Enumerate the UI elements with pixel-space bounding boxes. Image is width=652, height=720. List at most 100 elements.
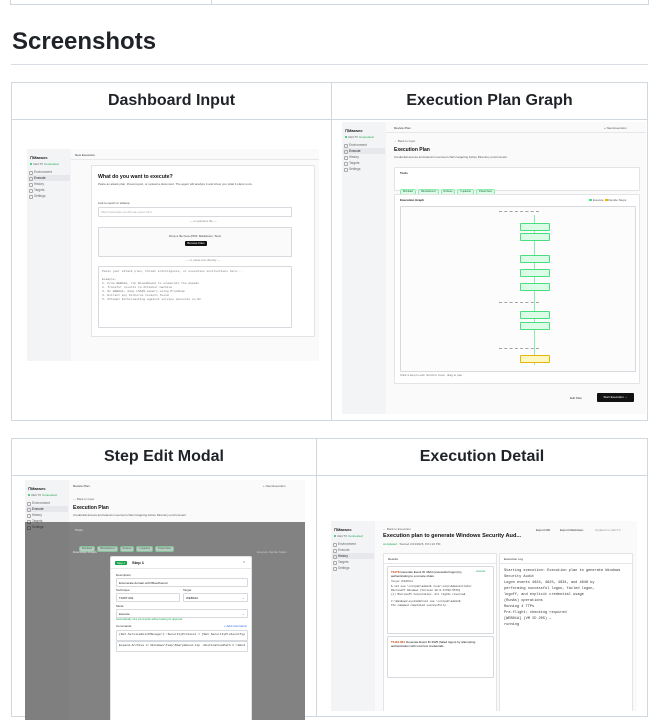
graph-group-boundary bbox=[499, 211, 539, 212]
execution-plan-screenshot[interactable]: ⊓Maxsec UECTX Connected Environment Exec… bbox=[342, 122, 646, 414]
graph-node[interactable] bbox=[520, 255, 550, 263]
step-badge: Step 1 bbox=[115, 561, 128, 565]
sidebar-nav: Environment Execute History Targets Sett… bbox=[28, 169, 70, 199]
add-command-button[interactable]: + Add Command bbox=[224, 624, 246, 628]
page-label: Review Plan bbox=[73, 484, 90, 488]
connection-status: UECTX Connected bbox=[334, 534, 363, 538]
back-to-input-link[interactable]: ← Back to input bbox=[73, 497, 94, 501]
edit-plan-button[interactable]: Edit Plan bbox=[570, 396, 582, 400]
graph-canvas[interactable] bbox=[400, 206, 636, 372]
app-sidebar: ⊓Maxsec UECTX Connected Environment Exec… bbox=[27, 149, 71, 361]
paste-textarea[interactable]: Paste your attack plan, threat intellige… bbox=[98, 266, 292, 328]
plan-title: Execution Plan bbox=[73, 505, 109, 511]
status-dot bbox=[334, 535, 336, 538]
mode-value: Execute bbox=[119, 611, 130, 616]
export-md-button[interactable]: Export MD bbox=[536, 528, 550, 532]
sidebar-item-settings[interactable]: Settings bbox=[332, 565, 374, 571]
graph-group-boundary bbox=[499, 302, 539, 303]
command-input[interactable]: [Net.ServicePointManager]::SecurityProto… bbox=[116, 630, 248, 641]
connection-status: UECTX Connected bbox=[345, 135, 374, 139]
technique-input[interactable]: T1087.002 bbox=[116, 593, 180, 602]
log-lines: Starting execution: Execution plan to ge… bbox=[504, 568, 628, 628]
start-execution-button[interactable]: Start Execution → bbox=[597, 393, 634, 402]
tool-pill: Impacket bbox=[136, 546, 153, 552]
cell-execution-plan-graph: ⊓Maxsec UECTX Connected Environment Exec… bbox=[331, 119, 648, 421]
cell-dashboard-input: ⊓Maxsec UECTX Connected Environment Exec… bbox=[11, 119, 332, 421]
paste-placeholder: Paste your attack plan, threat intellige… bbox=[102, 270, 243, 301]
sidebar-item-settings[interactable]: Settings bbox=[28, 193, 70, 199]
or-upload-divider: — or upload a file — bbox=[189, 219, 217, 223]
cell-execution-detail: ⊓Maxsec UECTX Connected Environment Exec… bbox=[316, 475, 648, 717]
graph-legend: Execute Decide Steps bbox=[589, 198, 626, 202]
new-execution-link[interactable]: + New Execution bbox=[263, 484, 286, 488]
command-text: [Net.ServicePointManager]::SecurityProto… bbox=[119, 633, 245, 636]
result-output: $ net use \\corpdc\admin$ /user:corp\Adm… bbox=[391, 585, 472, 607]
url-input[interactable]: https://example.com/threat-report.html bbox=[98, 207, 292, 217]
export-markdown-button[interactable]: Export Markdown bbox=[560, 528, 583, 532]
modal-step-title: Step 1 bbox=[132, 560, 145, 565]
tool-pill: Rubeus bbox=[119, 546, 135, 552]
screenshots-table-row-1: Dashboard Input Execution Plan Graph ⊓Ma… bbox=[11, 82, 648, 421]
url-placeholder: https://example.com/threat-report.html bbox=[101, 210, 152, 214]
graph-caption: Click a step to edit. Scroll to zoom, dr… bbox=[400, 373, 463, 377]
form-intro: Paste an attack plan, threat report, or … bbox=[98, 182, 253, 186]
execution-detail-screenshot[interactable]: ⊓Maxsec UECTX Connected Environment Exec… bbox=[331, 521, 637, 711]
screenshots-table-row-2: Step Edit Modal Execution Detail ⊓Maxsec… bbox=[11, 438, 648, 720]
graph-node[interactable] bbox=[520, 283, 550, 291]
sidebar-nav: Environment Execute History Targets Sett… bbox=[332, 541, 374, 571]
sidebar-nav: Environment Execute History Targets Sett… bbox=[343, 142, 385, 172]
legend-execute-swatch bbox=[589, 199, 592, 201]
graph-label: Execution Graph bbox=[73, 550, 98, 554]
column-header-execution-detail: Execution Detail bbox=[316, 438, 648, 476]
updated-note: Updated to UECTX bbox=[595, 528, 621, 532]
target-label: Target bbox=[183, 588, 192, 592]
dashboard-input-screenshot[interactable]: ⊓Maxsec UECTX Connected Environment Exec… bbox=[27, 149, 319, 361]
graph-decision-node[interactable] bbox=[520, 355, 550, 363]
plan-title: Execution Plan bbox=[394, 147, 430, 153]
mode-select[interactable]: Execute ⌄ bbox=[116, 609, 248, 618]
back-to-input-link[interactable]: ← Back to input bbox=[394, 139, 415, 143]
result-card[interactable]: T1078 Generate Event ID 4624 (successful… bbox=[387, 566, 494, 634]
file-drop-zone[interactable]: Drop a file here (PDF, Markdown, Text) B… bbox=[98, 227, 292, 257]
connection-status: UECTX Connected bbox=[30, 162, 59, 166]
log-divider bbox=[500, 563, 632, 564]
plan-subtitle: Credential access and lateral movement c… bbox=[394, 155, 508, 159]
graph-legend: Execute Decide Steps bbox=[257, 550, 287, 554]
status-badge: completed bbox=[383, 542, 397, 546]
close-icon[interactable]: × bbox=[243, 559, 245, 564]
target-select[interactable]: WEB01A ⌄ bbox=[183, 593, 248, 602]
description-input[interactable]: Enumerate domain with Bloodhound bbox=[116, 578, 248, 587]
result-status-badge: success bbox=[476, 570, 486, 573]
graph-node[interactable] bbox=[520, 311, 550, 319]
column-header-dashboard-input: Dashboard Input bbox=[11, 82, 332, 120]
execution-log-panel: Execution Log Starting execution: Execut… bbox=[499, 553, 633, 711]
chevron-down-icon: ⌄ bbox=[242, 611, 245, 616]
app-logo: ⊓Maxsec bbox=[28, 486, 46, 491]
graph-node[interactable] bbox=[520, 269, 550, 277]
back-to-execution-link[interactable]: ← Back to Execution bbox=[383, 527, 411, 531]
page-label: Review Plan bbox=[394, 126, 411, 130]
heading-divider bbox=[11, 64, 648, 65]
graph-node[interactable] bbox=[520, 223, 550, 231]
log-line: running bbox=[504, 623, 520, 627]
execution-meta: completed · Started 3/13/2026, 8:01:22 P… bbox=[383, 542, 441, 546]
result-heading: T1110.001 Generate Event ID 4625 (failed… bbox=[391, 640, 476, 648]
status-dot bbox=[345, 136, 347, 139]
sidebar-item-settings[interactable]: Settings bbox=[343, 166, 385, 172]
graph-node[interactable] bbox=[520, 233, 550, 241]
result-card[interactable]: T1110.001 Generate Event ID 4625 (failed… bbox=[387, 636, 494, 678]
modal-header-divider bbox=[111, 568, 251, 569]
new-execution-link[interactable]: + New Execution bbox=[604, 126, 627, 130]
browse-files-button[interactable]: Browse Files bbox=[185, 241, 207, 246]
app-sidebar: ⊓Maxsec UECTX Connected Environment Exec… bbox=[331, 521, 375, 711]
drop-text: Drop a file here (PDF, Markdown, Text) bbox=[169, 234, 221, 238]
log-line: Starting execution: Execution plan to ge… bbox=[504, 569, 621, 579]
execution-graph-card: Execution Graph Execute Decide Steps Cli… bbox=[394, 194, 640, 384]
step-edit-modal-screenshot[interactable]: ⊓Maxsec UECTX Connected Environment Exec… bbox=[25, 480, 305, 720]
step-edit-modal: Step 1 Step 1 × Description Enumerate do… bbox=[110, 556, 252, 720]
graph-node[interactable] bbox=[520, 322, 550, 330]
cell-step-edit-modal: ⊓Maxsec UECTX Connected Environment Exec… bbox=[11, 475, 317, 720]
column-header-execution-plan-graph: Execution Plan Graph bbox=[331, 82, 648, 120]
command-input[interactable]: Expand-Archive C:\Windows\Temp\SharpHoun… bbox=[116, 641, 248, 652]
app-logo: ⊓Maxsec bbox=[334, 527, 352, 532]
